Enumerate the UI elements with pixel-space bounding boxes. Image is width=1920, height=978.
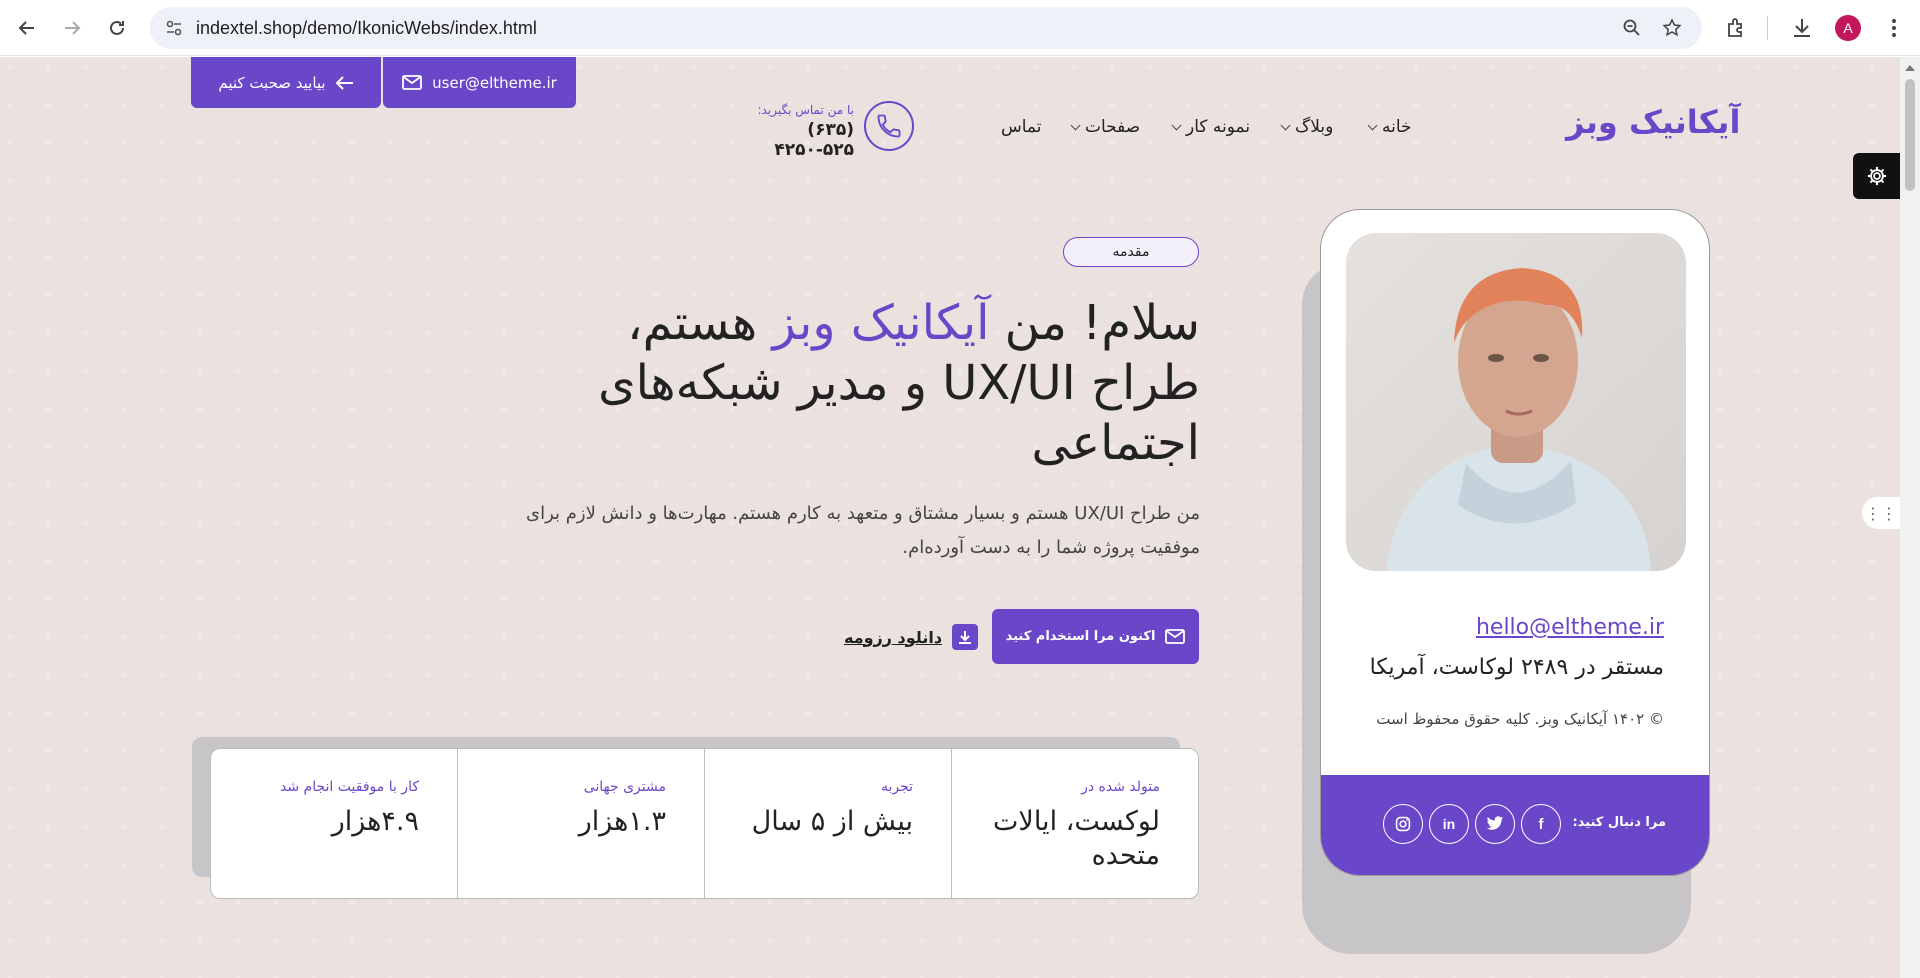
download-resume-link[interactable]: دانلود رزومه (844, 624, 979, 650)
drag-handle-icon[interactable]: ⋮⋮ (1862, 497, 1900, 529)
hero-title: سلام! من آیکانیک وبز هستم، طراح UX/UI و … (540, 293, 1200, 473)
back-button[interactable] (11, 12, 43, 44)
talk-button[interactable]: بیایید صحبت کنیم (191, 57, 381, 108)
facebook-icon[interactable]: f (1521, 804, 1561, 844)
chevron-down-icon (1280, 120, 1291, 130)
stat-label: مشتری جهانی (583, 779, 666, 795)
site-settings-icon[interactable] (164, 18, 184, 38)
stat-clients: مشتری جهانی ۱.۳هزار (457, 749, 704, 898)
stat-value: لوکست، ایالات متحده (993, 806, 1160, 871)
bookmark-star-icon[interactable] (1662, 18, 1682, 38)
download-icon[interactable] (1790, 16, 1814, 40)
toolbar-divider (1767, 16, 1768, 40)
extensions-icon[interactable] (1724, 16, 1748, 40)
browser-toolbar: indextel.shop/demo/IkonicWebs/index.html… (0, 0, 1920, 56)
profile-avatar[interactable]: A (1835, 15, 1861, 41)
envelope-icon (402, 75, 423, 90)
stat-value: ۴.۹هزار (331, 806, 419, 837)
page-content: بیایید صحبت کنیم user@eltheme.ir با من ت… (0, 57, 1900, 978)
profile-address: مستقر در ۲۴۸۹ لوکاست، آمریکا (1369, 655, 1664, 680)
stat-label: کار با موفقیت انجام شد (280, 779, 419, 795)
reload-icon (110, 20, 124, 35)
linkedin-icon[interactable]: in (1429, 804, 1469, 844)
profile-email-link[interactable]: hello@eltheme.ir (1476, 615, 1664, 640)
stat-born: متولد شده در لوکست، ایالات متحده (951, 749, 1198, 898)
menu-home[interactable]: خانه (1367, 117, 1412, 137)
menu-pages-label: صفحات (1085, 117, 1141, 137)
stat-value: ۱.۳هزار (578, 806, 666, 837)
address-bar[interactable]: indextel.shop/demo/IkonicWebs/index.html (150, 7, 1702, 49)
phone-number[interactable]: (۶۳۵) ۴۲۵۰-۵۲۵ (732, 120, 854, 160)
stat-experience: تجربه بیش از ۵ سال (704, 749, 951, 898)
arrow-left-icon (335, 75, 353, 90)
menu-pages[interactable]: صفحات (1070, 117, 1141, 137)
profile-photo (1346, 233, 1686, 571)
menu-contact-label: تماس (1001, 117, 1042, 137)
settings-tab[interactable] (1853, 153, 1900, 199)
hire-me-label: اکنون مرا استخدام کنید (1005, 629, 1156, 644)
hero-description: من طراح UX/UI هستم و بسیار مشتاق و متعهد… (525, 503, 1200, 558)
menu-portfolio[interactable]: نمونه کار (1171, 117, 1251, 137)
stat-label: تجربه (880, 779, 913, 795)
chevron-down-icon (1070, 120, 1081, 130)
gear-icon (1867, 166, 1886, 186)
social-footer: مرا دنبال کنید: f in (1321, 775, 1709, 875)
stats-panel: کار با موفقیت انجام شد ۴.۹هزار مشتری جها… (210, 748, 1199, 899)
phone-circle[interactable] (864, 101, 914, 151)
hero-title-part2: هستم، (627, 295, 773, 351)
zoom-icon[interactable] (1622, 18, 1642, 38)
email-button[interactable]: user@eltheme.ir (383, 57, 576, 108)
scroll-up-icon[interactable] (1905, 65, 1915, 71)
intro-badge: مقدمه (1063, 237, 1199, 267)
hire-me-button[interactable]: اکنون مرا استخدام کنید (992, 609, 1199, 664)
scrollbar-thumb[interactable] (1905, 79, 1915, 191)
contact-label: با من تماس بگیرید: (757, 103, 854, 117)
menu-contact[interactable]: تماس (1001, 117, 1042, 137)
copyright-text: © ۱۴۰۲ آیکانیک وبز. کلیه حقوق محفوظ است (1376, 710, 1664, 728)
vertical-scrollbar[interactable] (1900, 57, 1920, 978)
instagram-icon[interactable] (1383, 804, 1423, 844)
reload-button[interactable] (101, 12, 133, 44)
stat-value: بیش از ۵ سال (751, 806, 913, 837)
email-button-label: user@eltheme.ir (432, 73, 557, 92)
stat-projects: کار با موفقیت انجام شد ۴.۹هزار (211, 749, 457, 898)
chevron-down-icon (1367, 120, 1378, 130)
hero-title-part1: سلام! من (989, 295, 1200, 351)
talk-button-label: بیایید صحبت کنیم (218, 73, 326, 92)
menu-portfolio-label: نمونه کار (1186, 117, 1251, 137)
forward-button[interactable] (56, 12, 88, 44)
download-resume-label: دانلود رزومه (844, 627, 943, 647)
contact-info: با من تماس بگیرید: (۶۳۵) ۴۲۵۰-۵۲۵ (732, 103, 854, 160)
site-logo[interactable]: آیکانیک وبز (1566, 103, 1741, 141)
follow-label: مرا دنبال کنید: (1572, 815, 1666, 830)
twitter-icon[interactable] (1475, 804, 1515, 844)
download-icon (952, 624, 979, 650)
hero-title-line2: طراح UX/UI و مدیر شبکه‌های (598, 355, 1200, 411)
back-arrow-icon (18, 21, 34, 35)
envelope-icon (1165, 629, 1186, 644)
forward-arrow-icon (65, 21, 81, 35)
menu-blog[interactable]: وبلاگ (1280, 117, 1334, 137)
hero-title-line3: اجتماعی (1031, 415, 1200, 471)
phone-icon (877, 114, 901, 138)
hero-title-highlight: آیکانیک وبز (772, 295, 990, 351)
menu-blog-label: وبلاگ (1295, 117, 1334, 137)
more-menu-icon[interactable] (1882, 16, 1906, 40)
chevron-down-icon (1171, 120, 1182, 130)
profile-card: hello@eltheme.ir مستقر در ۲۴۸۹ لوکاست، آ… (1320, 209, 1710, 876)
menu-home-label: خانه (1382, 117, 1412, 137)
url-text[interactable]: indextel.shop/demo/IkonicWebs/index.html (196, 18, 537, 39)
stat-label: متولد شده در (1081, 779, 1160, 795)
